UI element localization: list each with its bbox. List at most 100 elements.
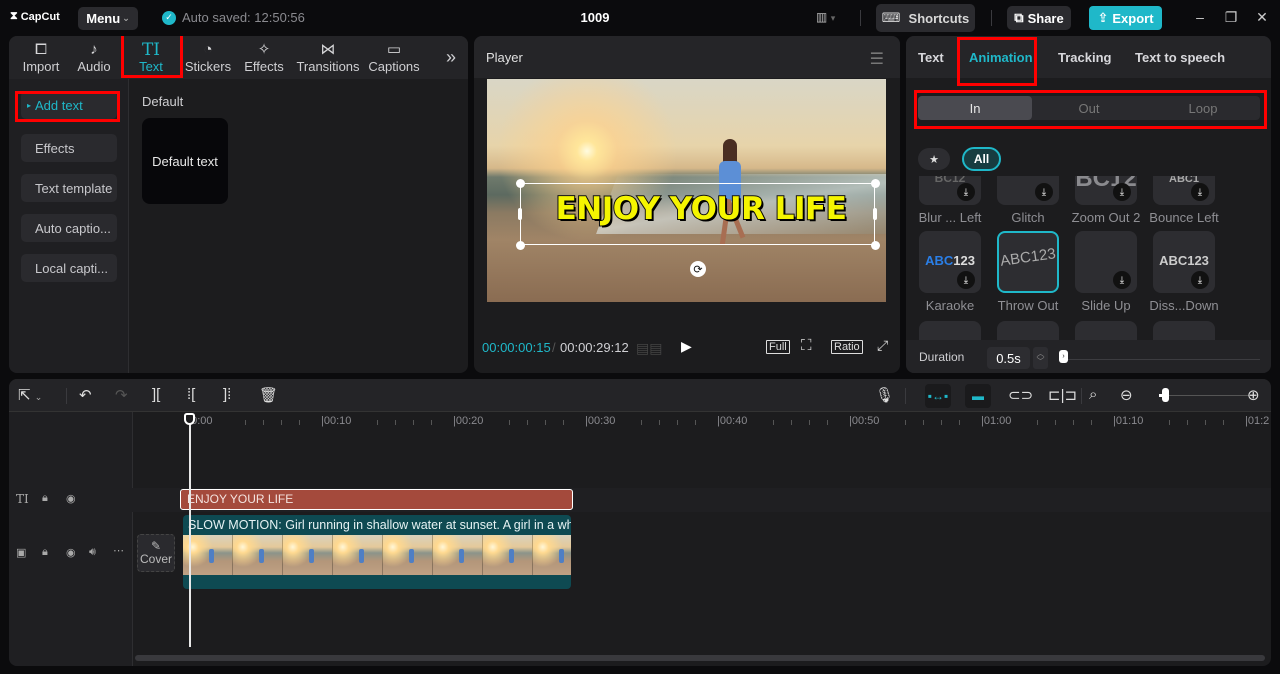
eye-icon[interactable]: ◉ bbox=[66, 546, 76, 559]
duration-stepper[interactable]: ︿ ﹀ bbox=[1033, 347, 1048, 369]
tab-audio[interactable]: ♪ Audio bbox=[71, 36, 117, 79]
tab-effects[interactable]: ✧ Effects bbox=[241, 36, 287, 79]
zoom-out-icon: ⊖ bbox=[1120, 387, 1133, 404]
video-clip[interactable]: SLOW MOTION: Girl running in shallow wat… bbox=[183, 515, 571, 589]
sidebar-item-local-captions[interactable]: Local capti... bbox=[21, 254, 117, 282]
lock-icon[interactable]: 🔒︎ bbox=[42, 546, 48, 559]
rotate-icon[interactable]: ⟳ bbox=[690, 261, 706, 277]
more-tabs-button[interactable]: » bbox=[439, 36, 463, 79]
resize-handle[interactable] bbox=[871, 179, 880, 188]
redo-button[interactable]: ↷ bbox=[115, 386, 128, 404]
timeline-zoom-slider[interactable] bbox=[1159, 395, 1254, 396]
animation-tile[interactable] bbox=[1075, 321, 1137, 340]
lock-icon[interactable]: 🔒︎ bbox=[42, 492, 48, 505]
export-button[interactable]: ⇪ Export bbox=[1089, 6, 1162, 30]
restore-button[interactable]: ❐ bbox=[1221, 9, 1241, 26]
cover-button[interactable]: ✎ Cover bbox=[137, 534, 175, 572]
full-quality-button[interactable]: Full bbox=[766, 340, 790, 354]
tab-tracking[interactable]: Tracking bbox=[1058, 50, 1111, 65]
link-button[interactable]: ⊂⊃ bbox=[1008, 386, 1033, 404]
title-bar: ⧗ CapCut Menu ⌄ ✓ Auto saved: 12:50:56 1009… bbox=[0, 0, 1280, 36]
more-options-icon[interactable]: ⋯ bbox=[113, 544, 124, 557]
split-left-button[interactable]: ⁞[ bbox=[187, 386, 195, 403]
auto-snap-button[interactable]: ▬ bbox=[965, 384, 991, 408]
audio-icon: ♪ bbox=[90, 41, 98, 58]
zoom-out-button[interactable]: ⊖ bbox=[1120, 386, 1133, 404]
waveform-icon[interactable]: ▤▤ bbox=[636, 340, 662, 357]
zoom-in-button[interactable]: ⊕ bbox=[1247, 386, 1260, 404]
tab-transitions[interactable]: ⋈ Transitions bbox=[296, 36, 360, 79]
share-button[interactable]: ⧉ Share bbox=[1007, 6, 1071, 30]
select-tool-button[interactable]: ⇱ ⌄ bbox=[18, 386, 42, 404]
text-clip[interactable]: ENJOY YOUR LIFE bbox=[180, 489, 573, 510]
horizontal-scrollbar[interactable] bbox=[135, 655, 1265, 661]
download-icon: ⤓ bbox=[1191, 271, 1209, 289]
side-handle[interactable] bbox=[873, 208, 877, 220]
thumbnail bbox=[283, 535, 333, 575]
resize-handle[interactable] bbox=[871, 241, 880, 250]
ruler-minor-tick bbox=[1091, 420, 1092, 425]
menu-button[interactable]: Menu ⌄ bbox=[78, 7, 138, 30]
eye-icon[interactable]: ◉ bbox=[66, 492, 76, 505]
delete-button[interactable]: 🗑 bbox=[259, 386, 278, 404]
playhead-handle[interactable] bbox=[184, 413, 195, 425]
side-handle[interactable] bbox=[518, 208, 522, 220]
animation-tile-slide-up[interactable]: ⤓ bbox=[1075, 231, 1137, 293]
speaker-icon[interactable]: 🔊︎ bbox=[89, 546, 96, 559]
tab-text-properties[interactable]: Text bbox=[918, 50, 944, 65]
split-button[interactable]: ][ bbox=[152, 386, 160, 403]
animation-tile-karaoke[interactable]: ABC123 ⤓ bbox=[919, 231, 981, 293]
sidebar-item-effects[interactable]: Effects bbox=[21, 134, 117, 162]
hamburger-menu-icon[interactable]: ☰ bbox=[870, 49, 884, 69]
project-title[interactable]: 1009 bbox=[560, 10, 630, 25]
animation-tile[interactable] bbox=[919, 321, 981, 340]
split-right-button[interactable]: ]⁞ bbox=[223, 386, 231, 403]
ratio-button[interactable]: Ratio bbox=[831, 340, 863, 354]
duration-slider-track[interactable] bbox=[1064, 359, 1260, 360]
tab-text-to-speech[interactable]: Text to speech bbox=[1135, 50, 1225, 65]
tab-captions[interactable]: ▭ Captions bbox=[366, 36, 422, 79]
minimize-button[interactable]: – bbox=[1190, 9, 1210, 25]
sidebar-item-auto-captions[interactable]: Auto captio... bbox=[21, 214, 117, 242]
animation-tile[interactable]: BC12 ⤓ bbox=[919, 176, 981, 205]
ruler-tick-label: |01:10 bbox=[1113, 415, 1144, 427]
fullscreen-icon[interactable]: ⤢ bbox=[877, 337, 888, 354]
close-button[interactable]: ✕ bbox=[1252, 9, 1272, 26]
transitions-icon: ⋈ bbox=[320, 41, 336, 58]
record-audio-button[interactable]: 🎙 bbox=[875, 386, 894, 404]
sidebar-item-text-template[interactable]: Text template bbox=[21, 174, 117, 202]
default-text-card[interactable]: Default text bbox=[142, 118, 228, 204]
shortcuts-button[interactable]: ⌨ Shortcuts bbox=[876, 4, 975, 32]
ruler-tick-label: |00:20 bbox=[453, 415, 484, 427]
tab-import[interactable]: ⧠ Import bbox=[15, 36, 67, 79]
video-preview[interactable]: ENJOY YOUR LIFE ⟳ bbox=[487, 79, 886, 302]
ruler-minor-tick bbox=[281, 420, 282, 425]
animation-tile[interactable] bbox=[997, 321, 1059, 340]
overlay-text[interactable]: ENJOY YOUR LIFE bbox=[531, 190, 871, 228]
animation-tile[interactable]: ⤓ bbox=[997, 176, 1059, 205]
zoom-fit-button[interactable]: ⌕ bbox=[1089, 386, 1097, 403]
duration-input[interactable]: 0.5s bbox=[987, 347, 1030, 369]
zoom-preview-icon[interactable]: ⛶ bbox=[801, 337, 812, 354]
animation-tile[interactable] bbox=[1153, 321, 1215, 340]
undo-button[interactable]: ↶ bbox=[79, 386, 92, 404]
timeline-ruler[interactable]: 00:00 |00:10 |00:20 |00:30 |00:40 |00:50 |01:0… bbox=[133, 412, 1271, 434]
tab-stickers[interactable]: ◔ Stickers bbox=[184, 36, 232, 79]
timeline-zoom-thumb[interactable] bbox=[1162, 388, 1169, 402]
animation-tile[interactable]: ABC1 ⤓ bbox=[1153, 176, 1215, 205]
duration-slider-thumb[interactable]: › bbox=[1059, 350, 1068, 363]
animation-label: Slide Up bbox=[1081, 298, 1131, 313]
resize-handle[interactable] bbox=[516, 179, 525, 188]
ruler-minor-tick bbox=[245, 420, 246, 425]
resize-handle[interactable] bbox=[516, 241, 525, 250]
animation-tile-throw-out[interactable]: ABC123 bbox=[997, 231, 1059, 293]
playhead[interactable] bbox=[189, 419, 191, 647]
main-track-magnet-button[interactable]: ▪↔▪ bbox=[925, 384, 951, 408]
animation-tile-dissolve-down[interactable]: ABC123 ⤓ bbox=[1153, 231, 1215, 293]
filter-all[interactable]: All bbox=[962, 147, 1001, 171]
preview-axis-button[interactable]: ⊏|⊐ bbox=[1048, 386, 1077, 404]
favorites-filter[interactable]: ★ bbox=[918, 148, 950, 170]
animation-tile[interactable]: BC12 ⤓ bbox=[1075, 176, 1137, 205]
layout-button[interactable]: ▥ ▾ bbox=[816, 10, 835, 24]
play-button[interactable]: ▶ bbox=[681, 338, 692, 355]
